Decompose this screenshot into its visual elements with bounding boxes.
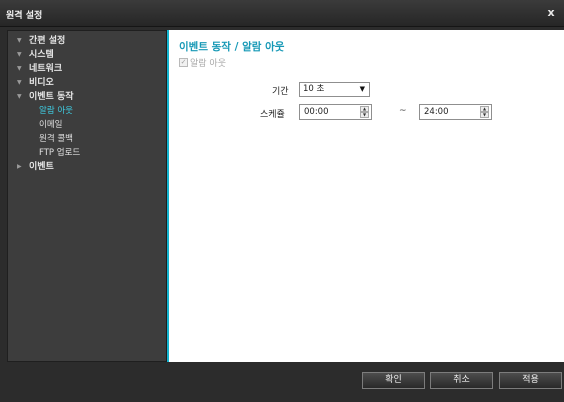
duration-value: 10 초: [303, 84, 325, 94]
duration-label: 기간: [272, 87, 289, 97]
apply-button[interactable]: 적용: [499, 372, 562, 389]
page-title: 이벤트 동작 / 알람 아웃: [179, 41, 285, 53]
sidebar-item-video[interactable]: ▼ 비디오: [8, 76, 166, 90]
schedule-end-value: 24:00: [424, 107, 449, 117]
caret-down-icon[interactable]: ▼: [17, 48, 27, 62]
sidebar-item-network[interactable]: ▼ 네트워크: [8, 62, 166, 76]
sidebar-item-event-action[interactable]: ▼ 이벤트 동작: [8, 90, 166, 104]
cancel-button[interactable]: 취소: [430, 372, 493, 389]
sidebar-item-label: 알람 아웃: [39, 106, 73, 116]
sidebar-item-ftp-upload[interactable]: FTP 업로드: [8, 146, 166, 160]
dialog-footer: 확인 취소 적용: [0, 362, 564, 402]
sidebar-item-label: 이메일: [39, 120, 63, 130]
caret-down-icon[interactable]: ▼: [17, 90, 27, 104]
window-title: 원격 설정: [6, 11, 43, 21]
caret-down-icon[interactable]: ▼: [17, 34, 27, 48]
sidebar-tree-panel: ▼ 간편 설정 ▼ 시스템 ▼ 네트워크 ▼ 비디오 ▼ 이벤트 동작 알람 아…: [7, 30, 167, 362]
sidebar-item-label: 비디오: [29, 78, 54, 88]
caret-right-icon[interactable]: ▶: [17, 160, 27, 174]
alarm-out-checkbox-label: 알람 아웃: [190, 59, 226, 69]
schedule-separator: ~: [399, 106, 407, 116]
sidebar-item-remote-callback[interactable]: 원격 콜백: [8, 132, 166, 146]
sidebar-item-label: 이벤트: [29, 162, 54, 172]
schedule-end-spinbox[interactable]: 24:00 ▲ ▼: [419, 104, 492, 120]
schedule-end-spin-buttons: ▲ ▼: [480, 106, 489, 118]
sidebar-item-label: 시스템: [29, 50, 54, 60]
schedule-label: 스케쥴: [260, 110, 285, 120]
sidebar-item-alarm-out[interactable]: 알람 아웃: [8, 104, 166, 118]
chevron-down-icon: ▼: [359, 85, 365, 93]
spin-down-icon[interactable]: ▼: [360, 112, 369, 118]
sidebar-item-event[interactable]: ▶ 이벤트: [8, 160, 166, 174]
schedule-start-value: 00:00: [304, 107, 329, 117]
ok-button[interactable]: 확인: [362, 372, 425, 389]
schedule-start-spinbox[interactable]: 00:00 ▲ ▼: [299, 104, 372, 120]
alarm-out-checkbox[interactable]: ✓: [179, 58, 188, 67]
sidebar-item-quick-setup[interactable]: ▼ 간편 설정: [8, 34, 166, 48]
alarm-out-enable-row: ✓ 알람 아웃: [179, 56, 226, 69]
sidebar-item-label: FTP 업로드: [39, 148, 81, 158]
sidebar-item-label: 네트워크: [29, 64, 63, 74]
sidebar-item-label: 간편 설정: [29, 36, 66, 46]
sidebar-item-email[interactable]: 이메일: [8, 118, 166, 132]
caret-down-icon[interactable]: ▼: [17, 76, 27, 90]
settings-content-panel: 이벤트 동작 / 알람 아웃 ✓ 알람 아웃 기간 10 초 ▼ 스케쥴 00:…: [167, 30, 564, 362]
settings-tree: ▼ 간편 설정 ▼ 시스템 ▼ 네트워크 ▼ 비디오 ▼ 이벤트 동작 알람 아…: [8, 31, 166, 174]
schedule-start-spin-buttons: ▲ ▼: [360, 106, 369, 118]
close-icon[interactable]: x: [544, 6, 558, 20]
duration-select[interactable]: 10 초 ▼: [299, 82, 370, 97]
spin-down-icon[interactable]: ▼: [480, 112, 489, 118]
title-bar: 원격 설정 x: [0, 0, 564, 27]
sidebar-item-system[interactable]: ▼ 시스템: [8, 48, 166, 62]
caret-down-icon[interactable]: ▼: [17, 62, 27, 76]
sidebar-item-label: 원격 콜백: [39, 134, 73, 144]
sidebar-item-label: 이벤트 동작: [29, 92, 74, 102]
